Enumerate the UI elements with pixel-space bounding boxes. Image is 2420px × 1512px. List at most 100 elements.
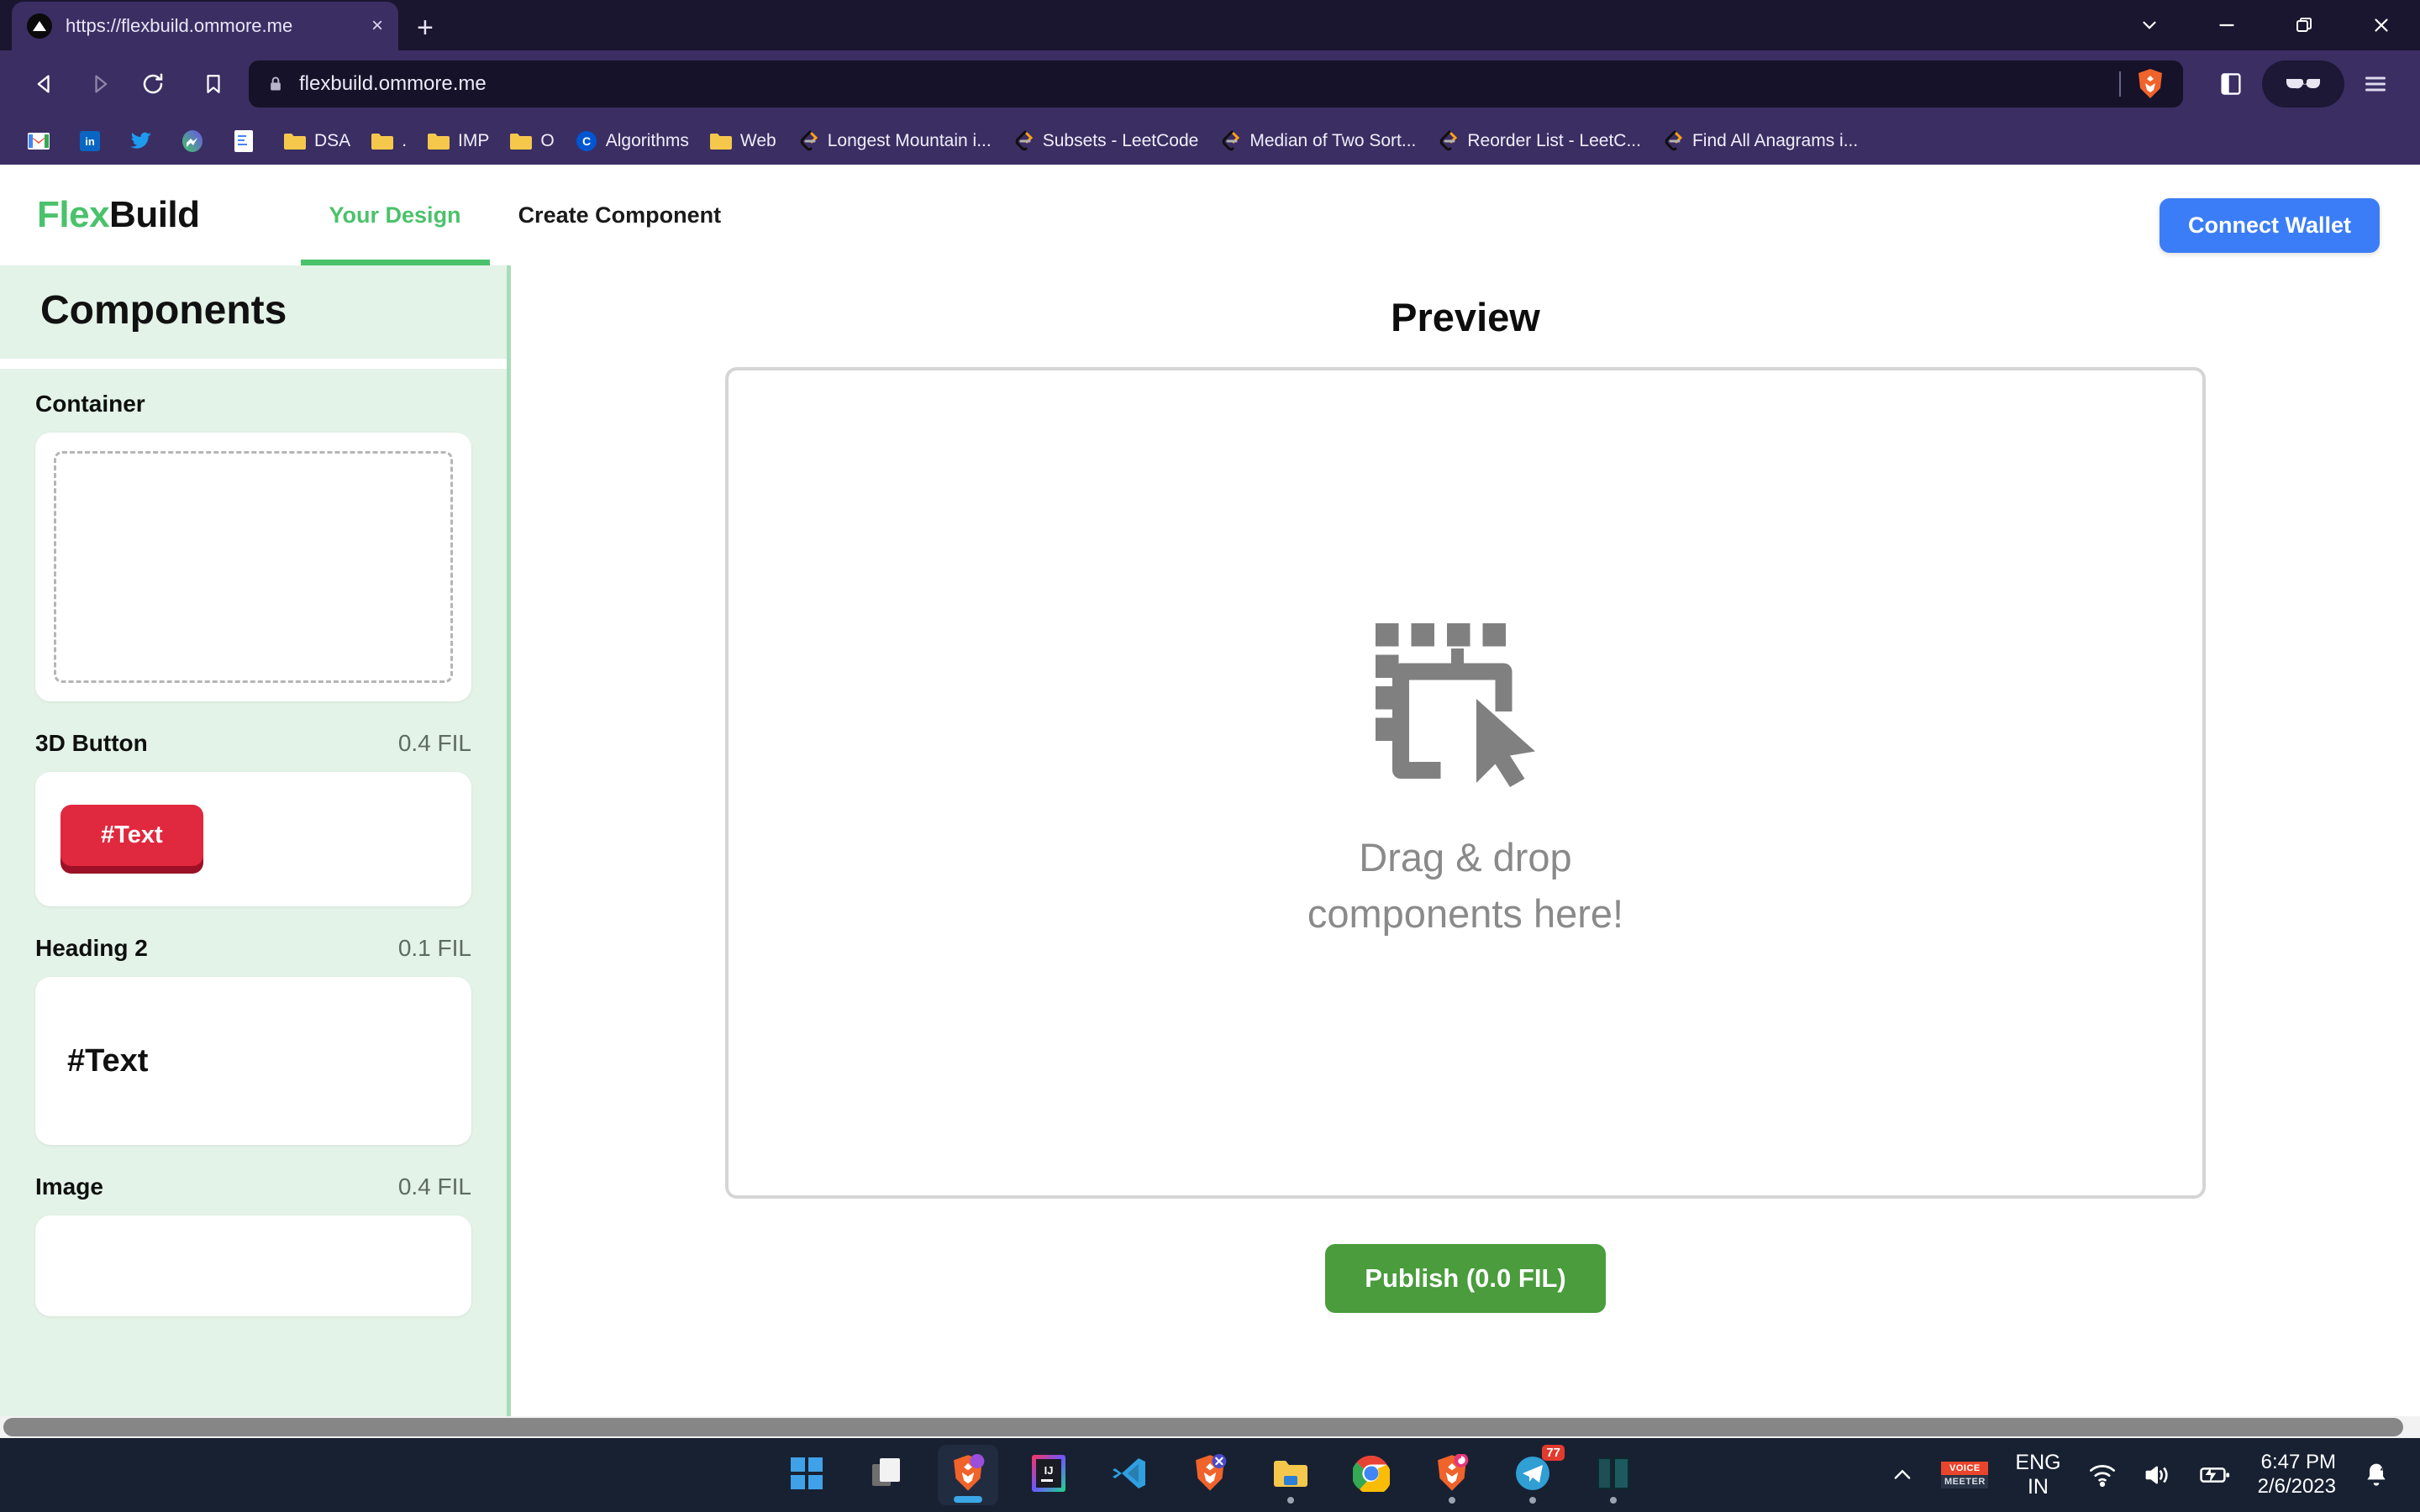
component-preview-card[interactable]: #Text xyxy=(35,977,471,1145)
bookmark-reorder-list[interactable]: Reorder List - LeetC... xyxy=(1426,123,1651,160)
voicemeeter-icon[interactable]: VOICE MEETER xyxy=(1928,1438,2002,1512)
publish-button[interactable]: Publish (0.0 FIL) xyxy=(1325,1244,1606,1313)
window-controls xyxy=(2111,0,2420,50)
component-preview-card[interactable] xyxy=(35,1215,471,1316)
gmail-icon xyxy=(27,129,50,153)
component-item-3d-button[interactable]: 3D Button 0.4 FIL #Text xyxy=(35,730,471,906)
taskbar-telegram[interactable]: 77 xyxy=(1502,1445,1565,1505)
forward-icon[interactable] xyxy=(72,60,126,108)
taskbar-brave-nightly[interactable] xyxy=(1422,1445,1482,1505)
dropzone[interactable]: Drag & drop components here! xyxy=(725,367,2206,1199)
panels-icon xyxy=(1596,1456,1631,1495)
taskbar-vscode[interactable] xyxy=(1099,1445,1160,1505)
bookmark-doc[interactable] xyxy=(222,123,273,160)
address-bar[interactable]: flexbuild.ommore.me xyxy=(249,60,2183,108)
taskbar-open-indicator xyxy=(1610,1497,1617,1504)
tab-your-design[interactable]: Your Design xyxy=(300,165,490,265)
restore-button[interactable] xyxy=(2265,0,2343,50)
svg-text:in: in xyxy=(85,135,95,148)
chevron-up-icon[interactable] xyxy=(1877,1438,1928,1512)
bookmark-folder-dsa[interactable]: DSA xyxy=(273,123,360,160)
component-header: Container xyxy=(35,391,471,417)
component-item-image[interactable]: Image 0.4 FIL xyxy=(35,1173,471,1316)
clock[interactable]: 6:47 PM 2/6/2023 xyxy=(2244,1438,2349,1512)
bookmark-folder-dot[interactable]: . xyxy=(360,123,417,160)
bookmark-icon[interactable] xyxy=(187,60,240,108)
taskbar-brave-beta[interactable] xyxy=(1180,1445,1240,1505)
component-preview-card[interactable]: #Text xyxy=(35,772,471,906)
back-icon[interactable] xyxy=(18,60,72,108)
component-preview-card[interactable] xyxy=(35,433,471,701)
scrollbar-thumb[interactable] xyxy=(3,1418,2403,1436)
bookmark-folder-web[interactable]: Web xyxy=(699,123,786,160)
bookmark-algorithms[interactable]: C Algorithms xyxy=(565,123,699,160)
start-button[interactable] xyxy=(776,1445,837,1505)
bookmark-messenger[interactable] xyxy=(171,123,222,160)
glasses-icon[interactable] xyxy=(2262,60,2344,108)
component-name: Image xyxy=(35,1173,103,1200)
taskbar-open-indicator xyxy=(1529,1497,1536,1504)
twitter-icon xyxy=(129,129,153,153)
battery-charging-icon[interactable] xyxy=(2186,1438,2244,1512)
component-item-heading-2[interactable]: Heading 2 0.1 FIL #Text xyxy=(35,935,471,1145)
component-header: Heading 2 0.1 FIL xyxy=(35,935,471,962)
bookmark-folder-o[interactable]: O xyxy=(499,123,564,160)
close-icon[interactable]: × xyxy=(371,16,383,36)
bookmark-twitter[interactable] xyxy=(119,123,171,160)
component-price: 0.1 FIL xyxy=(397,935,471,961)
bell-dnd-icon[interactable]: z xyxy=(2349,1438,2403,1512)
bookmark-subsets[interactable]: Subsets - LeetCode xyxy=(1002,123,1209,160)
taskbar-file-explorer[interactable] xyxy=(1260,1445,1321,1505)
language-indicator[interactable]: ENG IN xyxy=(2002,1438,2074,1512)
taskbar-open-indicator xyxy=(1287,1497,1294,1504)
svg-text:C: C xyxy=(582,134,591,148)
taskbar-intellij[interactable]: IJ xyxy=(1018,1445,1079,1505)
components-list[interactable]: Container 3D Button 0.4 FIL #Text Headin… xyxy=(0,369,507,1438)
taskbar-panels[interactable] xyxy=(1583,1445,1644,1505)
bookmark-longest-mountain[interactable]: Longest Mountain i... xyxy=(786,123,1002,160)
tab-search-button[interactable] xyxy=(2111,0,2188,50)
wifi-icon[interactable] xyxy=(2075,1438,2130,1512)
brave-shield-icon[interactable] xyxy=(2136,68,2165,100)
dropzone-line-2: components here! xyxy=(1307,891,1624,936)
bookmark-median-two-sorted[interactable]: Median of Two Sort... xyxy=(1208,123,1426,160)
component-name: 3D Button xyxy=(35,730,148,756)
folder-icon xyxy=(427,129,450,153)
components-sidebar: Components Container 3D Button 0.4 FIL #… xyxy=(0,265,511,1438)
minimize-button[interactable] xyxy=(2188,0,2265,50)
tab-create-component[interactable]: Create Component xyxy=(490,165,750,265)
taskbar-brave[interactable] xyxy=(938,1445,998,1505)
telegram-icon xyxy=(1515,1456,1550,1495)
omnibox-divider xyxy=(2119,71,2121,97)
task-view-button[interactable] xyxy=(857,1445,918,1505)
bookmark-linkedin[interactable]: in xyxy=(68,123,119,160)
app-logo[interactable]: FlexBuild xyxy=(37,194,200,236)
logo-build: Build xyxy=(109,194,200,235)
browser-toolbar: flexbuild.ommore.me xyxy=(0,50,2420,118)
voicemeeter-label-bottom: MEETER xyxy=(1941,1475,1989,1488)
bookmark-find-all-anagrams[interactable]: Find All Anagrams i... xyxy=(1651,123,1868,160)
browser-tab[interactable]: https://flexbuild.ommore.me × xyxy=(12,2,398,50)
sample-3d-button[interactable]: #Text xyxy=(60,804,203,866)
new-tab-button[interactable]: + xyxy=(417,13,434,42)
component-header: 3D Button 0.4 FIL xyxy=(35,730,471,757)
leetcode-icon xyxy=(1012,129,1035,153)
horizontal-scrollbar[interactable] xyxy=(0,1416,2420,1438)
volume-icon[interactable] xyxy=(2130,1438,2186,1512)
component-header: Image 0.4 FIL xyxy=(35,1173,471,1200)
component-price: 0.4 FIL xyxy=(397,1173,471,1200)
folder-icon xyxy=(709,129,733,153)
component-item-container[interactable]: Container xyxy=(35,391,471,701)
hamburger-icon[interactable] xyxy=(2349,60,2402,108)
sidebar-toggle-button[interactable] xyxy=(2205,60,2257,108)
triangle-favicon xyxy=(27,13,52,39)
taskbar-chrome[interactable] xyxy=(1341,1445,1402,1505)
bookmark-folder-imp[interactable]: IMP xyxy=(417,123,499,160)
close-window-button[interactable] xyxy=(2343,0,2420,50)
connect-wallet-button[interactable]: Connect Wallet xyxy=(2159,198,2380,253)
bookmark-gmail[interactable] xyxy=(17,123,68,160)
folder-icon xyxy=(1272,1457,1309,1494)
reload-icon[interactable] xyxy=(126,60,180,108)
language-line-2: IN xyxy=(2027,1475,2049,1499)
browser-tab-title: https://flexbuild.ommore.me xyxy=(66,15,293,36)
